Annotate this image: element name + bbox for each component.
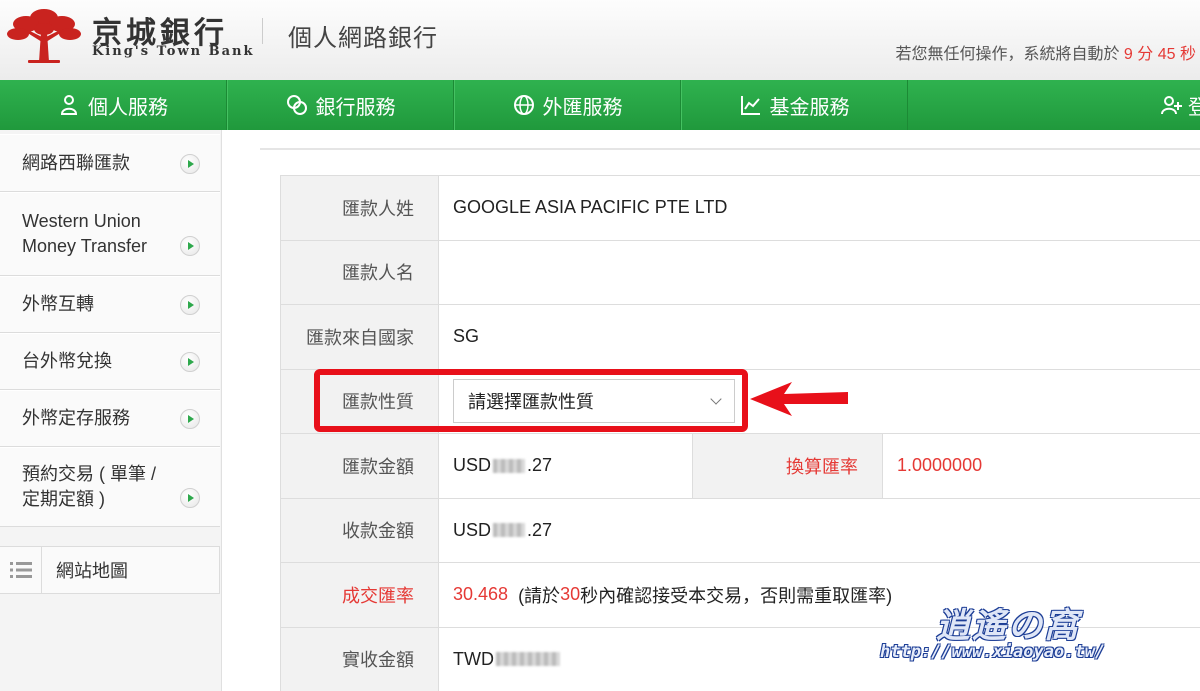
form-row-sender-surname: 匯款人姓 GOOGLE ASIA PACIFIC PTE LTD	[280, 176, 1200, 241]
nav-bank-services[interactable]: 銀行服務	[227, 80, 454, 130]
nav-label: 銀行服務	[315, 96, 396, 119]
nav-label: 基金服務	[769, 96, 850, 119]
nav-forex-services[interactable]: 外匯服務	[454, 80, 681, 130]
conversion-rate: 1.0000000	[897, 455, 983, 476]
sidebar-item-label: 台外幣兌換	[22, 351, 112, 371]
actual-currency: TWD	[453, 648, 494, 669]
chevron-right-icon	[180, 295, 200, 315]
form-row-sender-name: 匯款人名	[280, 240, 1200, 305]
sidebar-item-fx-time-deposit[interactable]: 外幣定存服務	[0, 390, 220, 447]
chevron-right-icon	[180, 488, 200, 508]
list-icon	[0, 546, 42, 594]
nav-label: 個人服務	[88, 96, 168, 119]
site-header: 京城銀行 King's Town Bank 個人網路銀行 若您無任何操作，系統將…	[0, 0, 1200, 80]
timeout-seconds: 45	[1157, 46, 1176, 63]
nav-fund-services[interactable]: 基金服務	[681, 80, 908, 130]
conversion-rate-value: 1.0000000	[883, 434, 1200, 498]
amount-label: 匯款金額	[281, 434, 439, 498]
nav-label: 外匯服務	[542, 96, 623, 119]
received-currency: USD	[453, 519, 492, 540]
nav-login-label: 登	[1188, 96, 1200, 119]
sidebar-item-label: 預約交易 ( 單筆 / 定期定額 )	[22, 464, 156, 509]
nav-login[interactable]: 登	[1160, 80, 1200, 130]
conversion-rate-label: 換算匯率	[693, 434, 883, 498]
coins-icon	[286, 95, 307, 115]
pointer-arrow-icon	[750, 382, 848, 416]
watermark-title: 逍遙の窩	[936, 606, 1080, 646]
sidebar-item-twd-fx-exchange[interactable]: 台外幣兌換	[0, 333, 220, 390]
user-add-icon	[1161, 96, 1182, 115]
bank-logo[interactable]: 京城銀行 King's Town Bank	[6, 2, 253, 64]
country-value: SG	[453, 326, 480, 347]
redacted-amount	[493, 458, 526, 473]
sidebar-item-scheduled-transactions[interactable]: 預約交易 ( 單筆 / 定期定額 )	[0, 447, 220, 527]
deal-rate-label: 成交匯率	[281, 563, 439, 627]
timeout-minutes-unit: 分	[1137, 46, 1154, 63]
sidebar-item-label: 外幣定存服務	[22, 408, 130, 428]
received-value: USD .27	[439, 499, 1200, 563]
form-row-country: 匯款來自國家 SG	[280, 305, 1200, 370]
sender-name-value	[439, 241, 1200, 305]
actual-label: 實收金額	[281, 627, 439, 691]
sender-surname-label: 匯款人姓	[281, 176, 439, 240]
watermark: 逍遙の窩 http://www.xiaoyao.tw/	[880, 598, 1148, 668]
sitemap-link[interactable]: 網站地圖	[0, 546, 220, 594]
chart-icon	[740, 96, 760, 115]
received-label: 收款金額	[281, 498, 439, 562]
redacted-amount	[493, 523, 526, 538]
form-row-received: 收款金額 USD .27	[280, 498, 1200, 563]
chevron-right-icon	[180, 236, 200, 256]
deal-rate: 30.468	[453, 584, 509, 605]
timeout-prefix: 若您無任何操作，系統將自動於	[895, 46, 1120, 63]
tree-logo-icon	[7, 9, 81, 63]
nav-personal-services[interactable]: 個人服務	[0, 80, 227, 130]
amount-value: USD .27	[439, 434, 693, 498]
timeout-minutes: 9	[1123, 46, 1133, 63]
deal-note-prefix: (請於	[518, 585, 561, 606]
session-timeout-notice: 若您無任何操作，系統將自動於 9 分 45 秒	[895, 40, 1196, 64]
country-label: 匯款來自國家	[281, 305, 439, 369]
deal-note-seconds: 30	[560, 584, 581, 605]
sidebar: 網路西聯匯款 Western Union Money Transfer 外幣互轉…	[0, 130, 222, 691]
sidebar-item-currency-exchange[interactable]: 外幣互轉	[0, 276, 220, 333]
globe-icon	[513, 95, 534, 115]
site-title: 個人網路銀行	[288, 25, 438, 52]
section-divider	[260, 148, 1200, 150]
highlight-box	[314, 369, 748, 432]
amount-suffix: .27	[527, 455, 553, 476]
logo-english-name: King's Town Bank	[92, 44, 255, 59]
sidebar-item-western-union-online[interactable]: 網路西聯匯款	[0, 134, 220, 192]
sender-surname-value: GOOGLE ASIA PACIFIC PTE LTD	[453, 197, 728, 218]
sidebar-item-label: 外幣互轉	[22, 294, 94, 314]
amount-currency: USD	[453, 455, 492, 476]
header-divider	[262, 18, 263, 44]
person-icon	[60, 95, 78, 115]
sender-name-label: 匯款人名	[281, 240, 439, 304]
chevron-right-icon	[180, 409, 200, 429]
redacted-amount	[495, 652, 560, 667]
deal-note-suffix: 秒內確認接受本交易，否則需重取匯率)	[580, 585, 893, 606]
received-suffix: .27	[527, 519, 553, 540]
main-nav: 個人服務 銀行服務 外匯服務 基金服務 登	[0, 80, 1200, 130]
watermark-url: http://www.xiaoyao.tw/	[880, 642, 1106, 662]
form-row-amount: 匯款金額 USD .27 換算匯率 1.0000000	[280, 434, 1200, 499]
chevron-right-icon	[180, 352, 200, 372]
sitemap-label: 網站地圖	[56, 561, 128, 581]
sidebar-item-label: Western Union Money Transfer	[22, 211, 148, 256]
sidebar-item-label: 網路西聯匯款	[22, 152, 130, 173]
timeout-seconds-unit: 秒	[1179, 46, 1196, 63]
sidebar-item-western-union-money-transfer[interactable]: Western Union Money Transfer	[0, 192, 220, 276]
chevron-right-icon	[180, 154, 200, 174]
